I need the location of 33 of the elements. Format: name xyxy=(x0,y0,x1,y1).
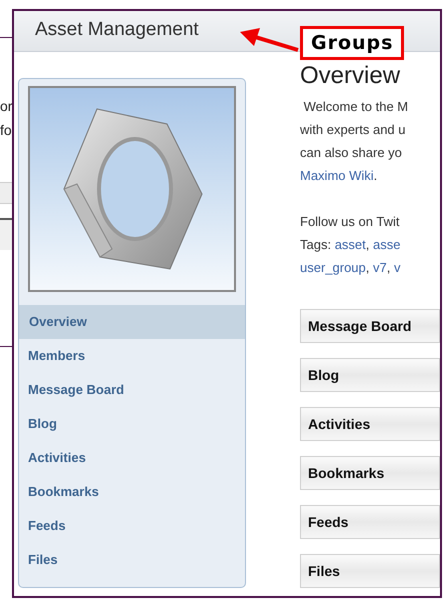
background-text: fo xyxy=(0,121,13,140)
sidebar-item[interactable]: Members xyxy=(19,339,245,373)
portlet-header: Files xyxy=(300,554,440,588)
sidebar-item[interactable]: Blog xyxy=(19,407,245,441)
text-link[interactable]: Maximo Wiki xyxy=(300,168,374,183)
page-heading: Overview xyxy=(300,61,402,91)
sidebar-item[interactable]: Feeds xyxy=(19,509,245,543)
text-link[interactable]: v7 xyxy=(373,260,387,275)
sidebar-item[interactable]: Activities xyxy=(19,441,245,475)
text-line: Follow us on Twit xyxy=(300,213,400,231)
text-link[interactable]: user_group xyxy=(300,260,366,275)
portlet-header: Activities xyxy=(300,407,440,441)
sidebar-item[interactable]: Overview xyxy=(19,305,245,339)
text-line: Tags: asset, asse xyxy=(300,236,402,254)
text-link[interactable]: v xyxy=(394,260,400,275)
text-line: user_group, v7, v xyxy=(300,259,402,277)
text-line: can also share yo xyxy=(300,144,403,162)
text-line: Maximo Wiki. xyxy=(300,167,378,185)
text-line: with experts and u xyxy=(300,121,407,139)
portlet-header: Message Board xyxy=(300,309,440,343)
annotation-arrow xyxy=(238,28,300,54)
sidebar-item[interactable]: Files xyxy=(19,543,245,577)
sidebar-item[interactable]: Bookmarks xyxy=(19,475,245,509)
text-line: Welcome to the M xyxy=(302,98,410,116)
text-link[interactable]: asse xyxy=(373,237,400,252)
portlet-header: Blog xyxy=(300,358,440,392)
window-title: Asset Management xyxy=(35,19,199,40)
annotation-box: Groups xyxy=(300,26,404,60)
portlet-header: Feeds xyxy=(300,505,440,539)
portlet-header: Bookmarks xyxy=(300,456,440,490)
text-link[interactable]: asset xyxy=(334,237,366,252)
background-text: or xyxy=(0,97,14,116)
sidebar-item[interactable]: Message Board xyxy=(19,373,245,407)
